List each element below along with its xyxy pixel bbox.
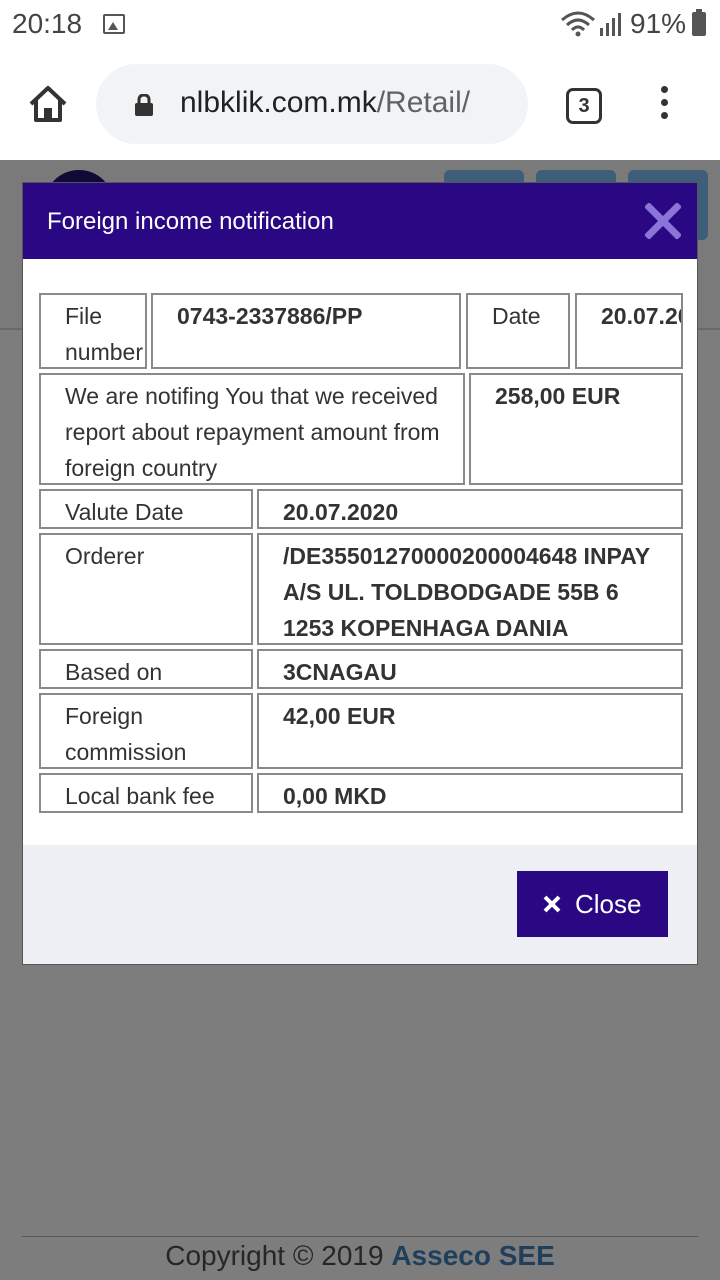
address-bar[interactable]: nlbklik.com.mk/Retail/ [96, 64, 528, 144]
home-icon[interactable] [26, 82, 70, 126]
modal-title: Foreign income notification [47, 208, 334, 235]
copyright-text: Copyright © 2019 [165, 1240, 392, 1271]
file-number-label: File number [39, 293, 147, 369]
browser-toolbar: nlbklik.com.mk/Retail/ 3 [0, 48, 720, 160]
tabs-icon[interactable]: 3 [566, 88, 602, 124]
valute-date-value: 20.07.2020 [257, 489, 683, 529]
close-icon [543, 895, 561, 913]
more-menu-icon[interactable] [656, 86, 672, 126]
orderer-label: Orderer [39, 533, 253, 645]
url-domain: nlbklik.com.mk [180, 86, 377, 119]
based-on-label: Based on [39, 649, 253, 689]
status-bar: 20:18 91% [0, 0, 720, 48]
local-bank-fee-value: 0,00 MKD [257, 773, 683, 813]
modal-header: Foreign income notification [23, 183, 697, 259]
url-path: /Retail/ [376, 86, 471, 119]
footer-copyright: Copyright © 2019 Asseco SEE [0, 1240, 720, 1272]
status-time: 20:18 [12, 8, 83, 39]
file-number-value: 0743-2337886/PP [151, 293, 461, 369]
foreign-commission-value: 42,00 EUR [257, 693, 683, 769]
battery-percent: 91% [630, 8, 687, 39]
modal-body: File number 0743-2337886/PP Date 20.07.2… [23, 259, 697, 845]
close-icon[interactable] [645, 203, 681, 239]
wifi-icon [561, 11, 595, 37]
signal-icon [600, 13, 621, 36]
valute-date-label: Valute Date [39, 489, 253, 529]
modal-footer: Close [23, 845, 697, 964]
date-label: Date [466, 293, 570, 369]
lock-icon [135, 94, 153, 116]
based-on-value: 3CNAGAU [257, 649, 683, 689]
url-text: nlbklik.com.mk/Retail/ [180, 86, 470, 120]
close-button[interactable]: Close [517, 871, 668, 937]
foreign-income-modal: Foreign income notification File number … [22, 182, 698, 965]
footer-brand-link[interactable]: Asseco SEE [391, 1240, 554, 1271]
image-icon [103, 14, 125, 34]
notification-text: We are notifing You that we received rep… [39, 373, 465, 485]
close-button-label: Close [575, 889, 642, 919]
battery-icon [692, 9, 706, 36]
amount-value: 258,00 EUR [469, 373, 683, 485]
orderer-value: /DE35501270000200004648 INPAY A/S UL. TO… [257, 533, 683, 645]
date-value: 20.07.2020 [575, 293, 683, 369]
foreign-commission-label: Foreign commission [39, 693, 253, 769]
footer-divider [22, 1236, 698, 1237]
local-bank-fee-label: Local bank fee [39, 773, 253, 813]
